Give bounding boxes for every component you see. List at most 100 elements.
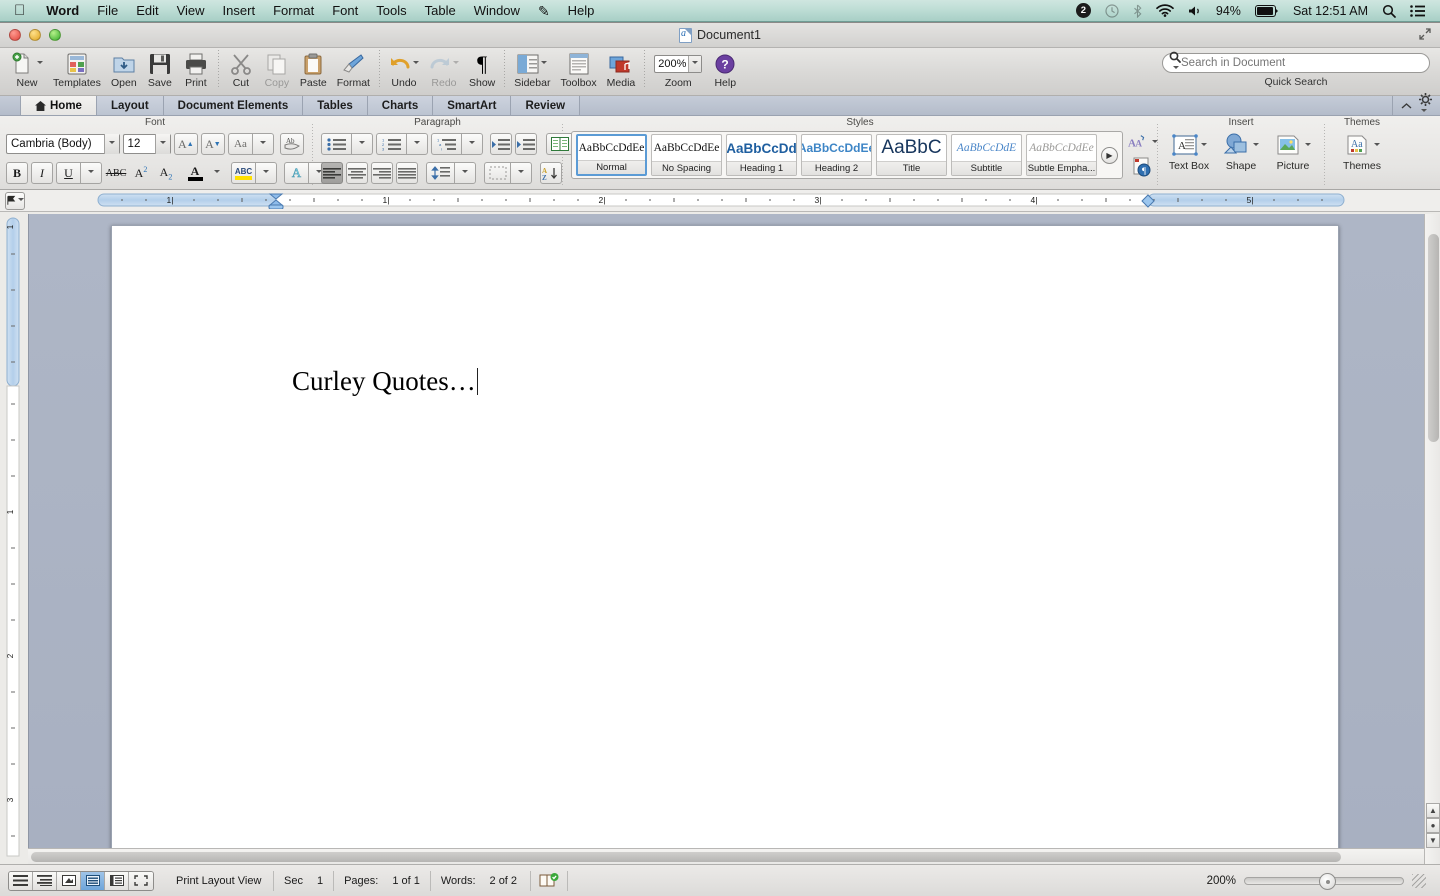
highlight-button[interactable]: ABC [231,162,255,184]
new-dropdown-caret-icon[interactable] [37,60,43,67]
fullscreen-expand-icon[interactable] [1419,28,1431,40]
decrease-indent-icon[interactable] [490,133,512,155]
toolbar-toolbox-button[interactable]: Toolbox [555,48,601,89]
font-color-caret-icon[interactable] [206,162,228,184]
tab-stop-selector-icon[interactable] [5,191,25,210]
change-case-button[interactable]: Aa [227,133,252,155]
borders-split[interactable] [484,162,532,184]
resize-grip-icon[interactable] [1412,873,1426,888]
time-machine-icon[interactable] [1098,3,1126,18]
battery-percent-label[interactable]: 94% [1209,4,1248,18]
italic-button[interactable]: I [31,162,53,184]
borders-icon[interactable] [484,162,510,184]
bulleted-list-icon[interactable] [321,133,351,155]
superscript-button[interactable]: A2 [130,162,152,184]
underline-button[interactable]: U [56,162,80,184]
apple-logo-icon[interactable]:  [0,3,37,18]
font-size-caret-icon[interactable] [154,134,170,154]
multilevel-split[interactable]: 1ai [431,133,483,155]
zoom-slider-knob[interactable] [1319,872,1336,890]
toolbar-sidebar-button[interactable]: Sidebar [509,48,555,89]
tab-layout[interactable]: Layout [96,96,164,115]
style-tile-subtle-emphasis[interactable]: AaBbCcDdEe Subtle Empha... [1026,134,1097,176]
insert-shape-button[interactable]: Shape [1218,133,1264,172]
toolbar-zoom-control[interactable]: 200% Zoom [649,48,707,89]
style-tile-heading-1[interactable]: AaBbCcDd Heading 1 [726,134,797,176]
line-spacing-icon[interactable] [426,162,454,184]
manage-styles-icon[interactable]: ¶ [1128,156,1158,178]
publishing-view-icon[interactable] [57,871,81,890]
font-name-caret-icon[interactable] [103,134,119,154]
toolbar-media-button[interactable]: Media [602,48,641,89]
tab-home[interactable]: Home [20,96,97,115]
search-scope-caret-icon[interactable] [1173,66,1179,72]
bullets-caret-icon[interactable] [351,133,373,155]
search-field[interactable] [1162,51,1430,75]
focus-view-icon[interactable] [129,871,153,890]
style-tile-normal[interactable]: AaBbCcDdEe Normal [576,134,647,176]
vertical-scrollbar[interactable]: ▲ ● ▼ [1424,214,1440,864]
bullets-split[interactable] [321,133,373,155]
align-right-icon[interactable] [371,162,393,184]
toolbar-copy-button[interactable]: Copy [259,48,295,89]
style-tile-heading-2[interactable]: AaBbCcDdEe Heading 2 [801,134,872,176]
tab-smartart[interactable]: SmartArt [433,96,512,115]
increase-indent-icon[interactable] [515,133,537,155]
horizontal-scroll-thumb[interactable] [31,852,1341,862]
document-text[interactable]: Curley Quotes… [292,366,479,397]
chevron-up-icon[interactable] [1401,102,1412,110]
menu-item-tools[interactable]: Tools [367,0,415,22]
horizontal-ruler[interactable]: 1| 1| 2| 3| 4| 5| [92,192,1350,209]
align-center-icon[interactable] [346,162,368,184]
menu-item-format[interactable]: Format [264,0,323,22]
spotlight-search-icon[interactable] [1375,4,1403,18]
underline-caret-icon[interactable] [80,162,102,184]
vertical-ruler[interactable]: 1 1 2 3 [6,214,20,859]
font-size-combo[interactable]: 12 [122,134,171,154]
tab-review[interactable]: Review [511,96,581,115]
search-input[interactable] [1181,57,1396,69]
volume-icon[interactable] [1181,5,1209,17]
draft-view-icon[interactable] [9,871,33,890]
page-canvas[interactable]: Curley Quotes… [28,214,1424,864]
toolbar-redo-button[interactable]: Redo [424,48,464,89]
status-spellcheck[interactable] [531,870,568,891]
bluetooth-icon[interactable] [1126,4,1149,18]
justify-icon[interactable] [396,162,418,184]
wifi-icon[interactable] [1149,4,1181,17]
style-tile-subtitle[interactable]: AaBbCcDdE Subtitle [951,134,1022,176]
subscript-button[interactable]: A2 [155,162,177,184]
numbering-split[interactable]: 123 [376,133,428,155]
text-effects-button[interactable]: A [284,162,308,184]
tab-document-elements[interactable]: Document Elements [163,96,304,115]
menu-bar-clock[interactable]: Sat 12:51 AM [1286,4,1375,18]
vertical-scroll-thumb[interactable] [1428,234,1439,442]
change-case-caret-icon[interactable] [251,133,274,155]
toolbar-print-button[interactable]: Print [178,48,214,89]
print-layout-view-icon[interactable] [81,871,105,890]
style-tile-no-spacing[interactable]: AaBbCcDdEe No Spacing [651,134,722,176]
toolbar-paste-button[interactable]: Paste [295,48,332,89]
zoom-value-box[interactable]: 200% [654,48,703,76]
bold-button[interactable]: B [6,162,28,184]
clear-formatting-button[interactable]: Ab [279,133,305,155]
menu-item-edit[interactable]: Edit [127,0,167,22]
toolbar-open-button[interactable]: Open [106,48,142,89]
insert-picture-button[interactable]: Picture [1270,133,1316,172]
font-name-combo[interactable]: Cambria (Body) [6,134,120,154]
sort-az-icon[interactable]: A Z [540,162,562,184]
undo-dropdown-caret-icon[interactable] [412,60,419,67]
font-color-button[interactable]: A [184,162,206,184]
toolbar-help-button[interactable]: ? Help [707,48,743,89]
text-box-caret-icon[interactable] [1201,143,1207,149]
underline-split[interactable]: U [56,162,102,184]
styles-pane-caret-icon[interactable] [1152,139,1158,146]
grow-font-button[interactable]: A ▲ [173,133,198,155]
gear-icon[interactable] [1419,93,1432,118]
document-page[interactable]: Curley Quotes… [111,225,1339,864]
next-page-button[interactable]: ▼ [1426,833,1440,848]
search-magnifier-icon[interactable] [1169,51,1181,75]
zoom-dropdown-caret-icon[interactable] [688,55,702,72]
notification-center-icon[interactable] [1403,4,1432,17]
menu-item-file[interactable]: File [88,0,127,22]
